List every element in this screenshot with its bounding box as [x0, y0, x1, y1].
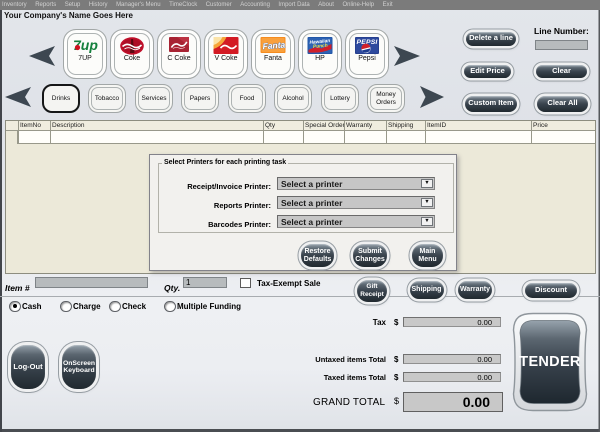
svg-text:TENDER: TENDER: [519, 354, 581, 370]
svg-text:Fanta: Fanta: [262, 40, 285, 52]
svg-text:7up: 7up: [73, 37, 98, 53]
